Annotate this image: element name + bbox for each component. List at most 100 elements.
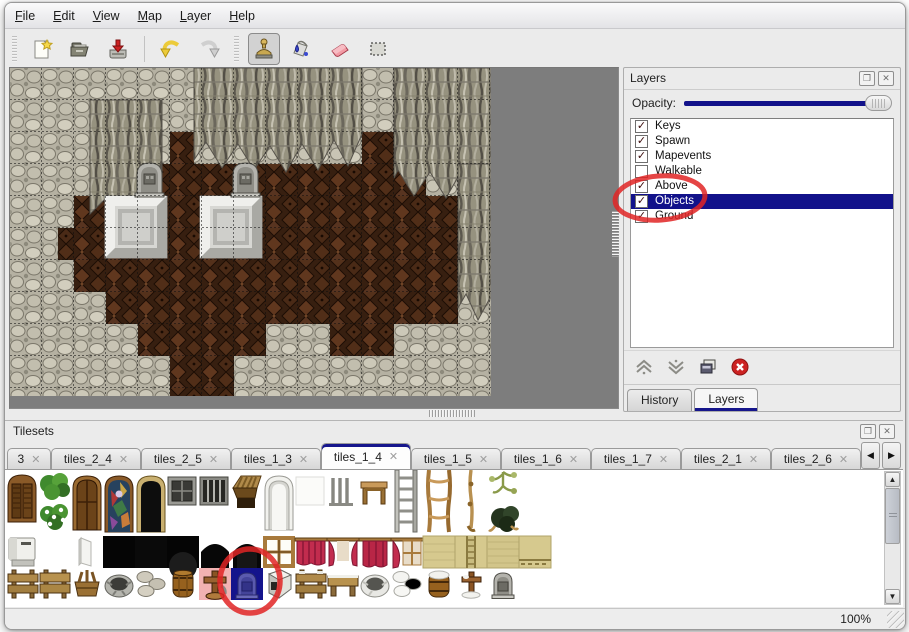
layer-checkbox[interactable]: ✓ <box>635 180 648 193</box>
tab-close-icon[interactable]: ✕ <box>569 453 578 466</box>
tileset-tab-tiles_2_1[interactable]: tiles_2_1 ✕ <box>681 448 771 469</box>
menu-view[interactable]: View <box>93 9 120 23</box>
tile-sign-wood-1[interactable] <box>8 570 38 598</box>
tile-window-small-gray[interactable] <box>168 477 196 505</box>
map-viewport[interactable] <box>9 67 619 409</box>
tile-grave-cross-highlighted[interactable] <box>199 568 231 600</box>
tile-sign-wood-2[interactable] <box>40 570 70 598</box>
select-tool-button[interactable] <box>362 33 394 65</box>
tab-close-icon[interactable]: ✕ <box>119 453 128 466</box>
tab-layers[interactable]: Layers <box>694 388 758 411</box>
layer-list[interactable]: ✓ Keys ✓ Spawn ✓ Mapevents Walkable ✓ Ab… <box>630 118 894 348</box>
tile-ladder-rope[interactable] <box>428 470 450 532</box>
redo-button[interactable] <box>193 33 225 65</box>
resize-grip[interactable] <box>887 611 904 628</box>
tile-well-snow[interactable] <box>361 575 389 597</box>
tile-window-stained-glass[interactable] <box>105 476 133 532</box>
tab-close-icon[interactable]: ✕ <box>209 453 218 466</box>
tile-vine-plant[interactable] <box>489 472 519 532</box>
tile-window-tall[interactable] <box>73 476 101 530</box>
undo-button[interactable] <box>155 33 187 65</box>
tab-scroll-left-icon[interactable]: ◀ <box>861 442 880 469</box>
stamp-tool-button[interactable] <box>248 33 280 65</box>
fill-tool-button[interactable] <box>286 33 318 65</box>
tile-black-solid-2[interactable] <box>135 536 167 568</box>
tileset-tab-tiles_1_3[interactable]: tiles_1_3 ✕ <box>231 448 321 469</box>
layer-checkbox[interactable]: ✓ <box>635 135 648 148</box>
layer-checkbox[interactable]: ✓ <box>635 210 648 223</box>
close-panel-icon[interactable]: ✕ <box>878 71 894 86</box>
scrollbar-thumb[interactable] <box>885 488 900 544</box>
tileset-tab-tiles_2_6[interactable]: tiles_2_6 ✕ <box>771 448 861 469</box>
layer-row-walkable[interactable]: Walkable <box>631 164 893 179</box>
tileset-tab-tiles_1_5[interactable]: tiles_1_5 ✕ <box>411 448 501 469</box>
tileset-scrollbar[interactable]: ▲ ▼ <box>884 471 901 605</box>
tile-ladder-metal[interactable] <box>395 470 417 532</box>
layer-checkbox[interactable] <box>635 165 648 178</box>
float-panel-icon[interactable]: ❐ <box>859 71 875 86</box>
tab-close-icon[interactable]: ✕ <box>839 453 848 466</box>
tile-stove-white[interactable] <box>9 538 35 566</box>
tileset-tab-tiles_2_4[interactable]: tiles_2_4 ✕ <box>51 448 141 469</box>
tab-close-icon[interactable]: ✕ <box>389 450 398 463</box>
scroll-down-icon[interactable]: ▼ <box>885 589 900 604</box>
toolbar-grip[interactable] <box>12 36 17 62</box>
move-layer-up-icon[interactable] <box>634 357 654 377</box>
tile-barrel-snow[interactable] <box>429 571 449 597</box>
tile-curtain-red-side[interactable] <box>359 538 391 567</box>
float-panel-icon[interactable]: ❐ <box>860 424 876 439</box>
tile-wall-tan-1[interactable] <box>423 536 455 568</box>
layer-row-keys[interactable]: ✓ Keys <box>631 119 893 134</box>
opacity-slider-track[interactable] <box>684 101 890 106</box>
tile-black-solid-1[interactable] <box>103 536 135 568</box>
scroll-up-icon[interactable]: ▲ <box>885 472 900 487</box>
opacity-slider[interactable] <box>684 95 892 111</box>
tile-curtain-red-open[interactable] <box>327 538 359 566</box>
tile-arch-white[interactable] <box>265 476 293 530</box>
tile-window-frame-wood[interactable] <box>265 538 293 566</box>
open-map-button[interactable] <box>64 33 96 65</box>
tile-tombstone-gray[interactable] <box>492 573 514 599</box>
layer-row-spawn[interactable]: ✓ Spawn <box>631 134 893 149</box>
tile-wedge-white[interactable] <box>79 538 91 566</box>
map-canvas[interactable] <box>10 68 491 396</box>
tile-black-arch-1[interactable] <box>201 544 229 568</box>
horizontal-splitter-handle[interactable] <box>429 410 475 417</box>
opacity-slider-handle[interactable] <box>865 95 892 111</box>
tileset-tab-tiles_2_5[interactable]: tiles_2_5 ✕ <box>141 448 231 469</box>
tab-close-icon[interactable]: ✕ <box>479 453 488 466</box>
tileset-tab-tiles_1_6[interactable]: tiles_1_6 ✕ <box>501 448 591 469</box>
vertical-splitter-handle[interactable] <box>612 211 619 257</box>
layer-checkbox[interactable]: ✓ <box>635 120 648 133</box>
toolbar-grip-2[interactable] <box>234 36 239 62</box>
tile-table-small[interactable] <box>361 482 387 504</box>
tileset-tab-tiles_1_7[interactable]: tiles_1_7 ✕ <box>591 448 681 469</box>
layer-row-ground[interactable]: ✓ Ground <box>631 209 893 224</box>
tile-window-arched-dark[interactable] <box>137 476 165 532</box>
save-map-button[interactable] <box>102 33 134 65</box>
tab-close-icon[interactable]: ✕ <box>299 453 308 466</box>
tile-white[interactable] <box>296 477 324 505</box>
eraser-tool-button[interactable] <box>324 33 356 65</box>
tile-sign-wood-3[interactable] <box>296 570 326 598</box>
tile-tombstone-selected[interactable] <box>231 568 263 600</box>
layer-row-objects[interactable]: ✓ Objects <box>631 194 893 209</box>
layer-checkbox[interactable]: ✓ <box>635 195 648 208</box>
tile-window-barred[interactable] <box>200 477 228 505</box>
tile-curtain-red-closed[interactable] <box>295 538 327 565</box>
tab-scroll-right-icon[interactable]: ▶ <box>882 442 901 469</box>
menu-layer[interactable]: Layer <box>180 9 211 23</box>
tile-stone-block[interactable] <box>269 570 291 598</box>
tile-wall-tan-ladder[interactable] <box>455 536 487 568</box>
close-panel-icon[interactable]: ✕ <box>879 424 895 439</box>
new-map-button[interactable] <box>26 33 58 65</box>
tile-black-arch-2[interactable] <box>233 544 261 568</box>
tileset-tab-0[interactable]: 3 ✕ <box>7 448 51 469</box>
tab-close-icon[interactable]: ✕ <box>659 453 668 466</box>
tile-awning[interactable] <box>233 476 261 508</box>
layer-row-above[interactable]: ✓ Above <box>631 179 893 194</box>
move-layer-down-icon[interactable] <box>666 357 686 377</box>
tile-well-stone[interactable] <box>105 575 133 597</box>
tileset-tab-tiles_1_4[interactable]: tiles_1_4 ✕ <box>321 443 411 469</box>
tile-basket-broken[interactable] <box>75 570 99 596</box>
